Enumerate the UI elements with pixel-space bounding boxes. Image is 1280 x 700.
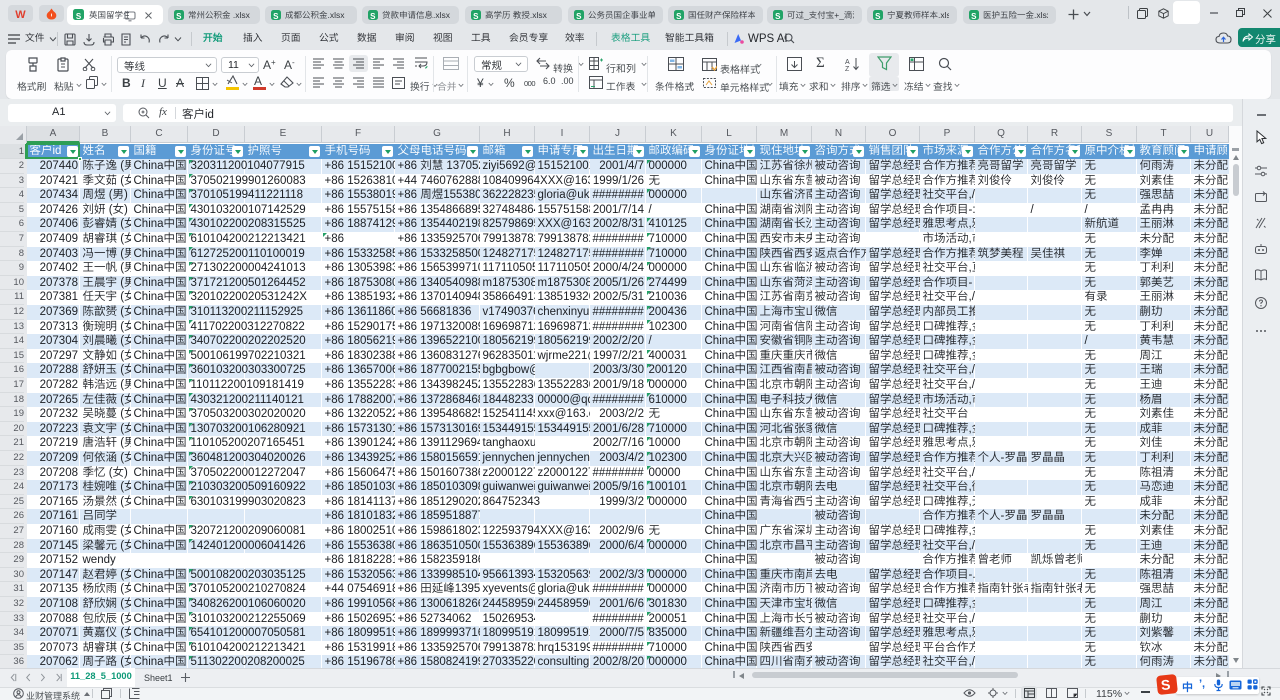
svg-text:A: A	[845, 59, 850, 66]
svg-text:S: S	[1160, 676, 1171, 693]
svg-text:Z: Z	[845, 66, 850, 71]
